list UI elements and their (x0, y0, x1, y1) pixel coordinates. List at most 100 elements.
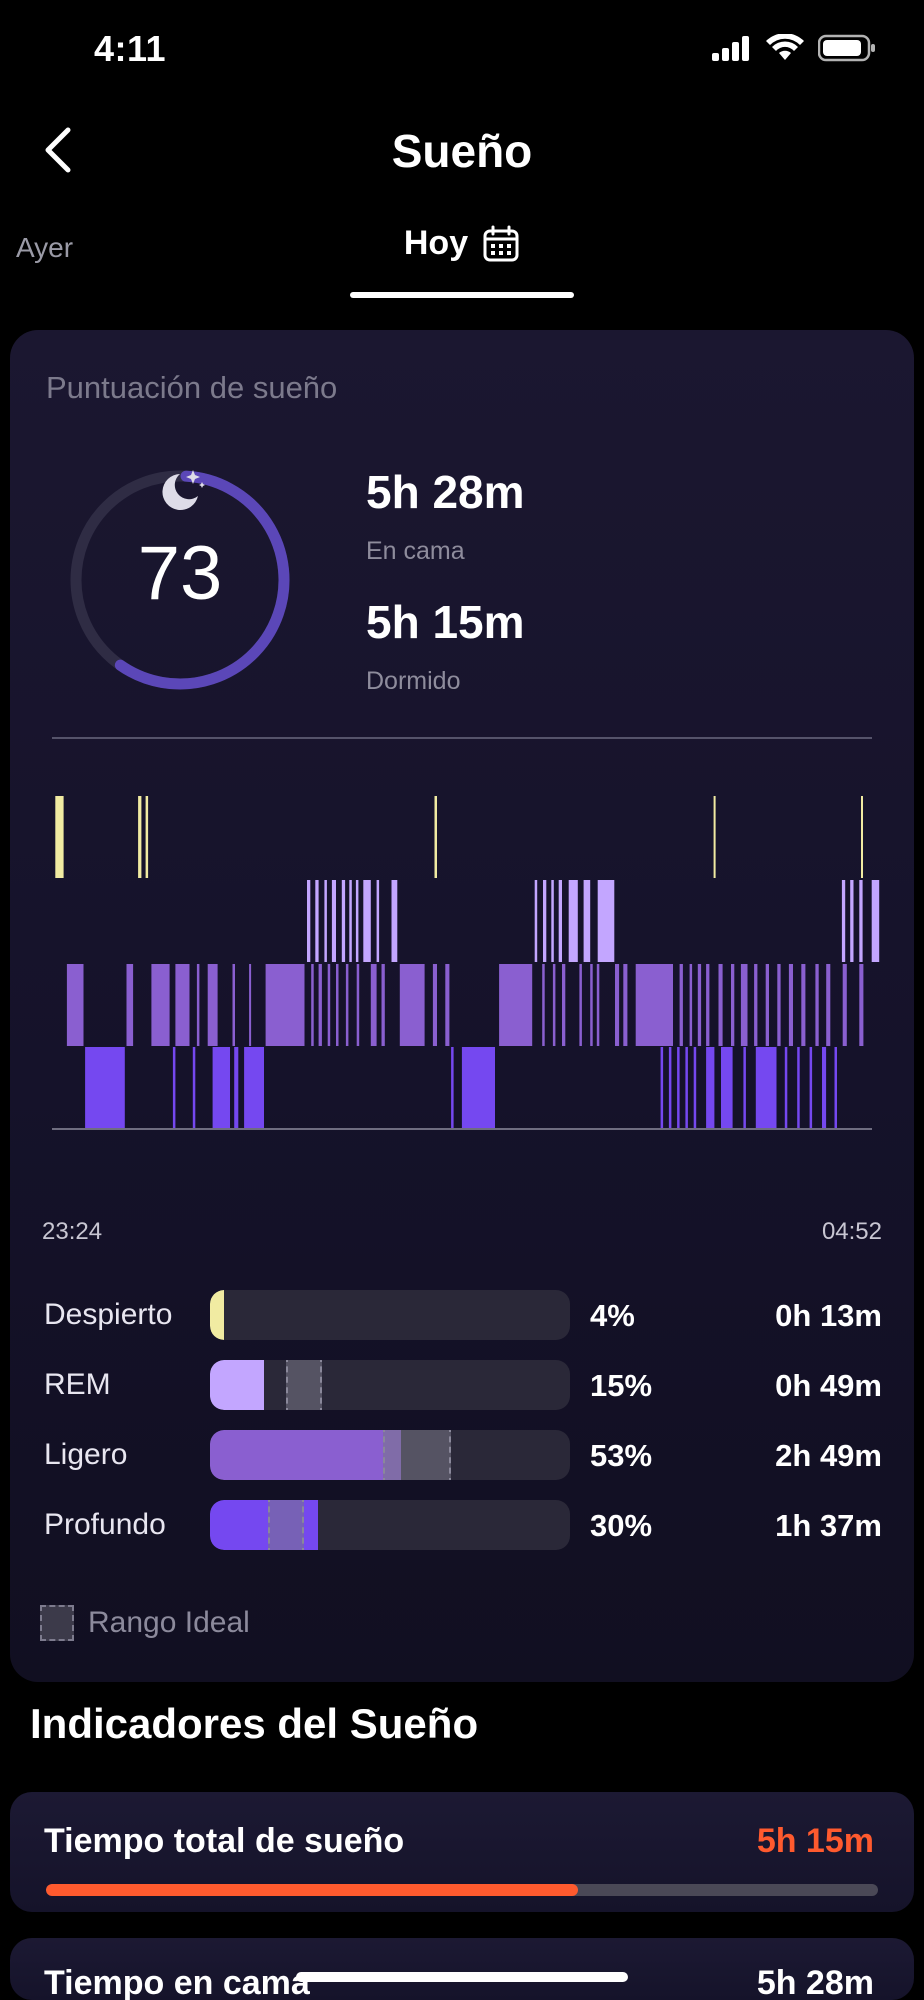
page-title: Sueño (391, 125, 533, 177)
hypnogram-segment-profundo (784, 1047, 788, 1128)
hypnogram-segment-profundo (85, 1047, 125, 1128)
hypnogram-segment-rem (315, 880, 319, 962)
stage-ideal-range (267, 1500, 304, 1550)
tab-previous-day[interactable]: Ayer (16, 232, 73, 264)
hypnogram-segment-profundo (660, 1047, 664, 1128)
hypnogram-segment-ligero (826, 964, 831, 1046)
hypnogram-segment-despierto (713, 796, 716, 878)
tab-current-label: Hoy (403, 224, 469, 262)
hypnogram-segment-despierto (434, 796, 437, 878)
hypnogram-segment-despierto (55, 796, 64, 878)
indicator-time-in-bed[interactable]: Tiempo en cama 5h 28m (10, 1938, 914, 2000)
hypnogram-segment-ligero (718, 964, 723, 1046)
hypnogram-segment-profundo (721, 1047, 733, 1128)
status-icons (712, 34, 876, 62)
hypnogram-segment-rem (850, 880, 854, 962)
hypnogram-segment-ligero (232, 964, 235, 1046)
hypnogram-segment-rem (331, 880, 336, 962)
stage-duration: 1h 37m (775, 1508, 882, 1543)
hypnogram-segment-profundo (809, 1047, 813, 1128)
in-bed-value: 5h 28m (366, 466, 525, 518)
stage-duration: 0h 49m (775, 1368, 882, 1403)
hypnogram-segment-ligero (336, 964, 339, 1046)
stage-name: Ligero (44, 1438, 128, 1471)
hypnogram-segment-profundo (212, 1047, 230, 1128)
hypnogram-segment-rem (391, 880, 398, 962)
indicator-bar-fill (46, 1884, 579, 1896)
indicator-value: 5h 28m (756, 1964, 874, 2000)
signal-icon (712, 36, 749, 61)
hypnogram-segment-rem (558, 880, 562, 962)
calendar-icon (483, 225, 519, 261)
hypnogram-segment-profundo (743, 1047, 746, 1128)
in-bed-label: En cama (366, 537, 465, 565)
hypnogram-segment-ligero (697, 964, 702, 1046)
hypnogram-segment-ligero (754, 964, 758, 1046)
asleep-value: 5h 15m (366, 596, 525, 648)
hypnogram-segment-ligero (311, 964, 314, 1046)
hypnogram-segment-ligero (635, 964, 673, 1046)
hypnogram-segment-ligero (552, 964, 556, 1046)
divider (52, 737, 872, 739)
tab-current-day[interactable]: Hoy (352, 224, 572, 263)
stage-bar-fill (210, 1430, 401, 1480)
hypnogram-segment-ligero (399, 964, 425, 1046)
hypnogram-segment-rem (583, 880, 591, 962)
ideal-range-legend: Rango Ideal (40, 1605, 250, 1641)
hypnogram-segment-ligero (327, 964, 331, 1046)
hypnogram-segment-ligero (615, 964, 620, 1046)
hypnogram-segment-ligero (381, 964, 385, 1046)
stage-percent: 15% (590, 1368, 653, 1403)
stage-name: REM (44, 1368, 111, 1401)
hypnogram-start-time: 23:24 (42, 1218, 103, 1245)
hypnogram-segment-ligero (265, 964, 305, 1046)
stage-row-despierto: Despierto 4% 0h 13m (10, 1290, 914, 1344)
hypnogram-segment-despierto (861, 796, 863, 878)
hypnogram-segment-rem (543, 880, 547, 962)
hypnogram-segment-rem (568, 880, 578, 962)
hypnogram-segment-profundo (822, 1047, 827, 1128)
hypnogram-segment-rem (363, 880, 371, 962)
stage-name: Profundo (44, 1508, 166, 1541)
indicator-bar (46, 1884, 878, 1896)
stage-row-profundo: Profundo 30% 1h 37m (10, 1500, 914, 1554)
indicator-label: Tiempo en cama (44, 1964, 310, 2000)
stage-percent: 53% (590, 1438, 653, 1473)
battery-icon (818, 34, 875, 62)
hypnogram-segment-ligero (731, 964, 735, 1046)
indicator-label: Tiempo total de sueño (44, 1822, 405, 1860)
hypnogram-segment-rem (349, 880, 352, 962)
hypnogram-segment-ligero (499, 964, 533, 1046)
hypnogram-segment-ligero (345, 964, 349, 1046)
status-bar: 4:11 (0, 0, 924, 100)
hypnogram-segment-ligero (542, 964, 545, 1046)
status-time: 4:11 (94, 28, 167, 69)
hypnogram-segment-profundo (668, 1047, 672, 1128)
hypnogram-segment-ligero (445, 964, 450, 1046)
hypnogram-segment-ligero (207, 964, 218, 1046)
asleep-label: Dormido (366, 667, 461, 695)
hypnogram-segment-rem (324, 880, 327, 962)
stage-ideal-range (382, 1430, 452, 1480)
hypnogram-segment-ligero (706, 964, 710, 1046)
stage-name: Despierto (44, 1298, 173, 1331)
hypnogram-segment-ligero (370, 964, 377, 1046)
hypnogram-end-time: 04:52 (821, 1218, 882, 1245)
stage-row-rem: REM 15% 0h 49m (10, 1360, 914, 1414)
stage-bar-fill (210, 1360, 264, 1410)
hypnogram-segment-ligero (175, 964, 190, 1046)
tab-underline (350, 292, 574, 298)
hypnogram-segment-ligero (590, 964, 593, 1046)
hypnogram-segment-ligero (596, 964, 600, 1046)
hypnogram-segment-rem (307, 880, 311, 962)
hypnogram-segment-rem (341, 880, 346, 962)
hypnogram-segment-profundo (797, 1047, 800, 1128)
ideal-range-swatch (40, 1605, 74, 1641)
hypnogram-segment-despierto (145, 796, 149, 878)
hypnogram-segment-profundo (677, 1047, 680, 1128)
hypnogram-segment-profundo (685, 1047, 688, 1128)
hypnogram-segment-rem (841, 880, 846, 962)
indicator-total-sleep[interactable]: Tiempo total de sueño 5h 15m (10, 1792, 914, 1912)
stage-ideal-range (285, 1360, 322, 1410)
hypnogram-segment-profundo (244, 1047, 264, 1128)
